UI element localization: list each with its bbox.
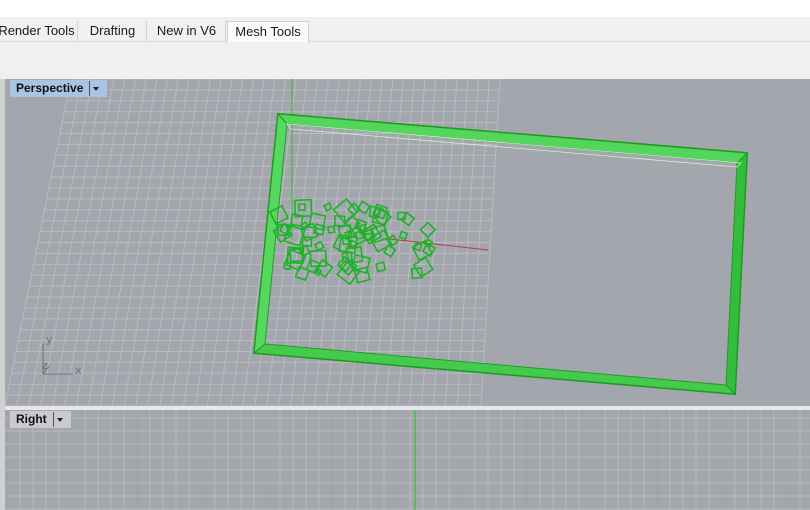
viewport-title-text: Perspective — [16, 81, 84, 95]
ribbon-toolbar-area — [0, 42, 810, 79]
axis-label-x: x — [75, 364, 82, 377]
x-axis-line — [389, 238, 489, 251]
construction-grid — [5, 410, 810, 510]
ribbon-tab-strip: Render Tools Drafting New in V6 Mesh Too… — [0, 17, 810, 42]
tab-label: Mesh Tools — [235, 24, 301, 39]
tab-new-in-v6[interactable]: New in V6 — [148, 21, 226, 42]
selected-frame-object[interactable] — [252, 112, 749, 396]
perspective-viewport-title[interactable]: Perspective — [10, 80, 108, 97]
right-viewport[interactable]: Right — [5, 410, 810, 510]
right-viewport-title[interactable]: Right — [10, 411, 71, 428]
window-title-area — [0, 0, 810, 17]
tab-label: New in V6 — [156, 23, 217, 38]
tab-drafting[interactable]: Drafting — [79, 21, 147, 42]
viewport-title-text: Right — [16, 412, 47, 426]
dropdown-arrow-icon[interactable] — [89, 81, 101, 96]
dropdown-arrow-icon[interactable] — [52, 412, 65, 427]
axis-label-z: z — [42, 359, 48, 372]
tab-mesh-tools[interactable]: Mesh Tools — [227, 21, 309, 42]
tab-label: Drafting — [89, 23, 136, 38]
tab-render-tools[interactable]: Render Tools — [0, 21, 78, 42]
perspective-canvas[interactable]: y x z — [5, 79, 810, 406]
perspective-viewport[interactable]: y x z Perspective — [5, 79, 810, 406]
right-canvas[interactable] — [5, 410, 810, 510]
axis-label-y: y — [46, 333, 53, 346]
tab-label: Render Tools — [0, 23, 75, 38]
